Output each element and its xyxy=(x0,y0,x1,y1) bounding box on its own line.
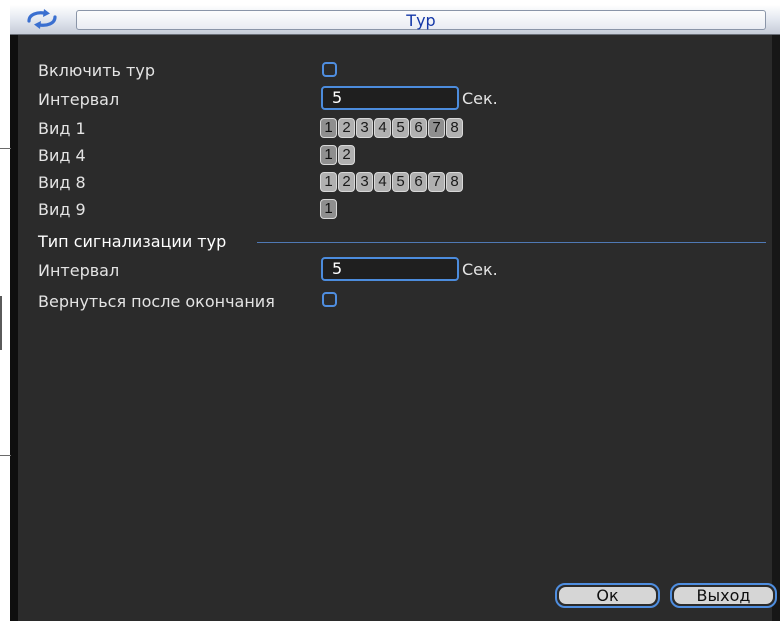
channel-button[interactable]: 5 xyxy=(392,172,409,192)
channel-button[interactable]: 2 xyxy=(338,118,355,138)
channel-button[interactable]: 1 xyxy=(320,199,337,219)
edge-mark xyxy=(0,148,11,149)
window-title: Тур xyxy=(406,11,436,30)
enable-tour-checkbox[interactable] xyxy=(322,62,337,77)
edge-mark xyxy=(0,455,11,456)
left-border xyxy=(10,35,18,621)
refresh-icon xyxy=(27,9,57,29)
alarm-interval-label: Интервал xyxy=(38,261,120,280)
channel-button[interactable]: 4 xyxy=(374,172,391,192)
view-9-channels: 1 xyxy=(320,199,337,219)
alarm-tour-section-title: Тип сигнализации тур xyxy=(38,232,227,251)
exit-button[interactable]: Выход xyxy=(670,583,777,608)
title-bar: Тур xyxy=(10,5,780,35)
title-field: Тур xyxy=(76,10,766,30)
interval-label: Интервал xyxy=(38,90,120,109)
enable-tour-label: Включить тур xyxy=(38,61,155,80)
right-border xyxy=(772,35,780,621)
channel-button[interactable]: 1 xyxy=(320,172,337,192)
return-after-end-label: Вернуться после окончания xyxy=(38,292,275,311)
channel-button[interactable]: 6 xyxy=(410,118,427,138)
view-4-channels: 1 2 xyxy=(320,145,355,165)
channel-button[interactable]: 6 xyxy=(410,172,427,192)
channel-button[interactable]: 2 xyxy=(338,172,355,192)
channel-button[interactable]: 8 xyxy=(446,118,463,138)
view-8-label: Вид 8 xyxy=(38,173,86,192)
exit-button-label: Выход xyxy=(674,587,773,604)
view-1-channels: 1 2 3 4 5 6 7 8 xyxy=(320,118,463,138)
view-8-channels: 1 2 3 4 5 6 7 8 xyxy=(320,172,463,192)
channel-button[interactable]: 1 xyxy=(320,118,337,138)
channel-button[interactable]: 1 xyxy=(320,145,337,165)
alarm-interval-unit: Сек. xyxy=(462,260,498,279)
ok-button[interactable]: Ок xyxy=(555,583,660,608)
view-9-label: Вид 9 xyxy=(38,200,86,219)
edge-line xyxy=(0,296,2,350)
channel-button[interactable]: 4 xyxy=(374,118,391,138)
interval-input[interactable]: 5 xyxy=(321,86,459,110)
channel-button[interactable]: 3 xyxy=(356,172,373,192)
channel-button[interactable]: 2 xyxy=(338,145,355,165)
channel-button[interactable]: 8 xyxy=(446,172,463,192)
channel-button[interactable]: 3 xyxy=(356,118,373,138)
channel-button[interactable]: 7 xyxy=(428,172,445,192)
channel-button[interactable]: 5 xyxy=(392,118,409,138)
section-divider xyxy=(257,242,766,243)
return-after-end-checkbox[interactable] xyxy=(322,292,337,307)
tour-dialog: Тур Включить тур Интервал 5 Сек. Вид 1 1… xyxy=(10,5,780,621)
interval-unit: Сек. xyxy=(462,89,498,108)
ok-button-label: Ок xyxy=(559,587,656,604)
view-1-label: Вид 1 xyxy=(38,119,86,138)
channel-button[interactable]: 7 xyxy=(428,118,445,138)
view-4-label: Вид 4 xyxy=(38,146,86,165)
alarm-interval-input[interactable]: 5 xyxy=(321,257,459,281)
